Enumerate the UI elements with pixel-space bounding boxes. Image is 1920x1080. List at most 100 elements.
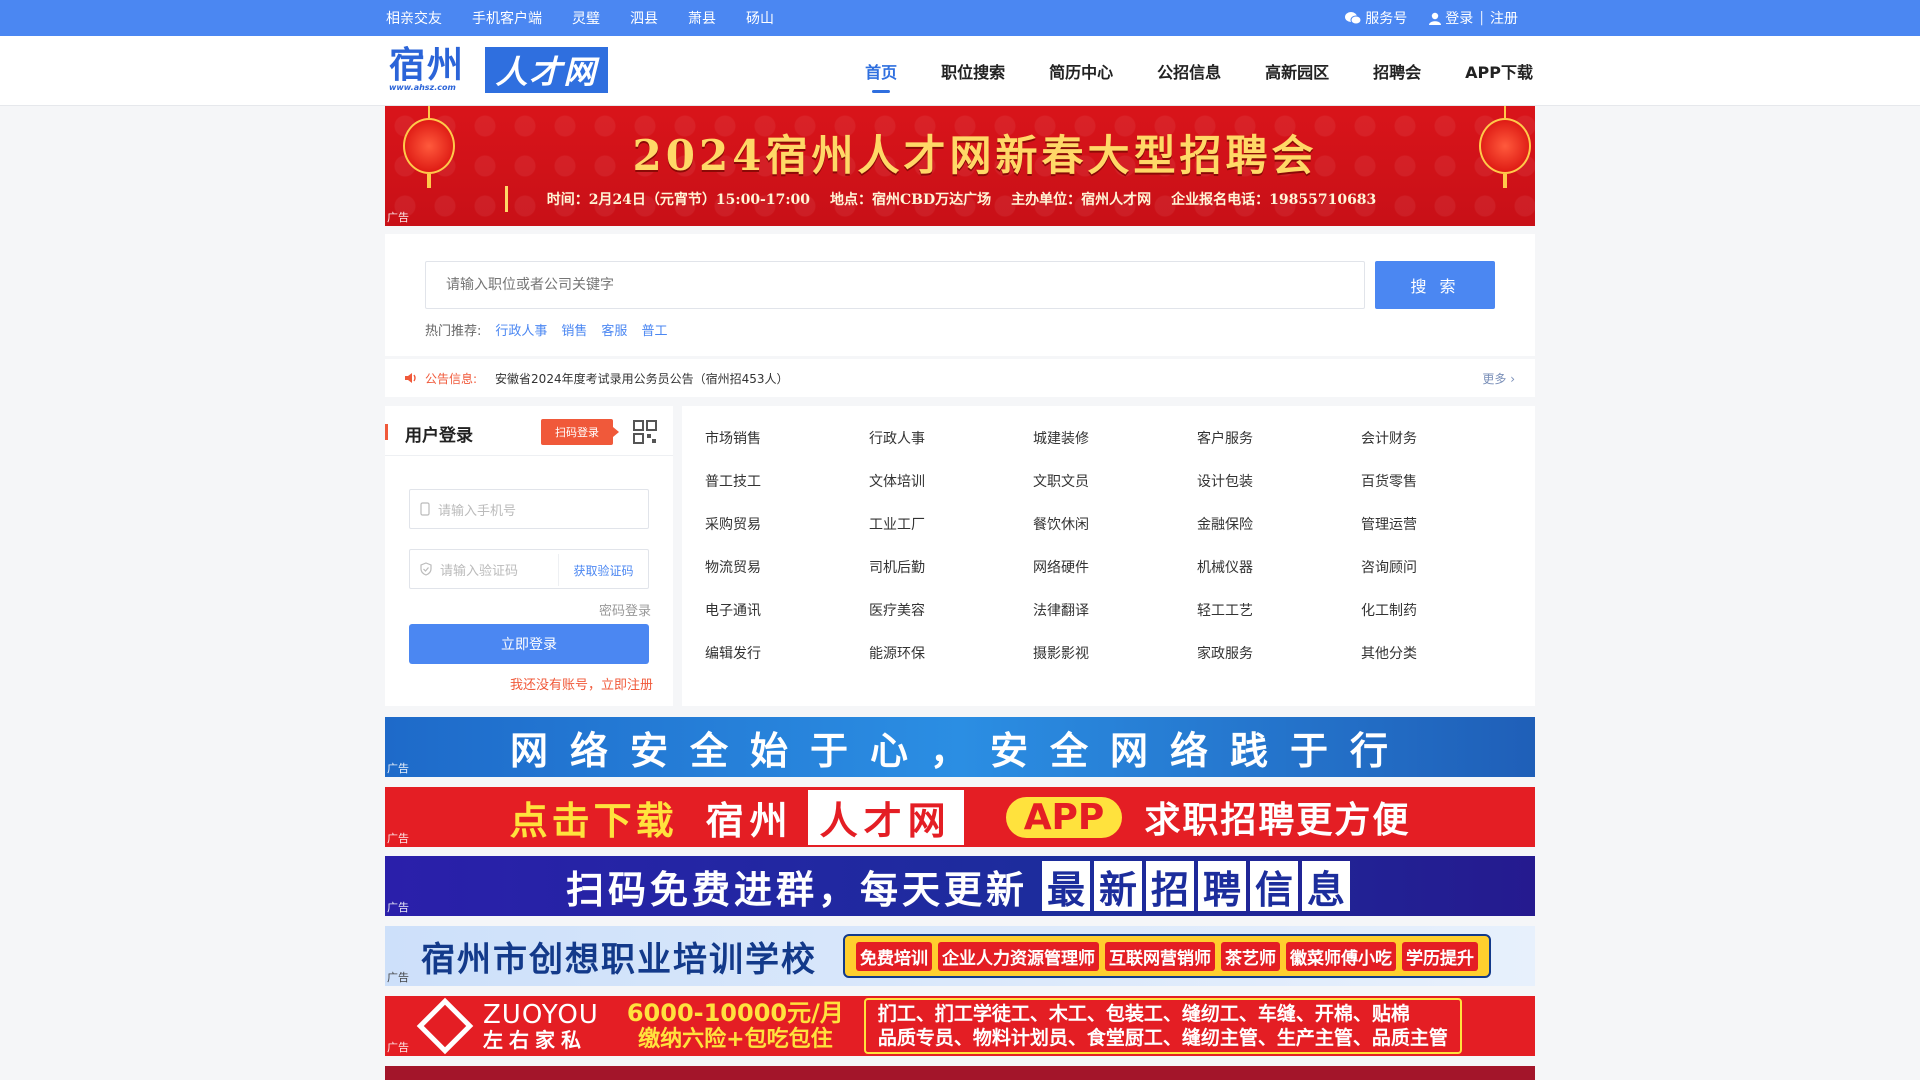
category-link[interactable]: 物流贸易 <box>705 557 869 600</box>
password-login-link[interactable]: 密码登录 <box>599 600 651 619</box>
logo-city: 宿州 <box>389 44 466 86</box>
category-link[interactable]: 餐饮休闲 <box>1033 514 1197 557</box>
category-link[interactable]: 能源环保 <box>869 643 1033 686</box>
category-link[interactable]: 轻工工艺 <box>1197 600 1361 643</box>
top-link[interactable]: 手机客户端 <box>472 8 542 28</box>
category-link[interactable]: 金融保险 <box>1197 514 1361 557</box>
code-field[interactable]: 请输入验证码 获取验证码 <box>409 549 649 589</box>
login-title: 用户登录 <box>405 426 473 446</box>
qr-code-icon[interactable] <box>633 420 657 444</box>
category-link[interactable]: 工业工厂 <box>869 514 1033 557</box>
ad-text: 人才网 <box>807 789 964 845</box>
ad-cell: 息 <box>1302 861 1350 912</box>
ad-text: 宿州 <box>705 798 794 843</box>
category-link[interactable]: 文体培训 <box>869 471 1033 514</box>
ad-network-security[interactable]: 网络安全始于心，安全网络践于行 广告 <box>385 717 1535 777</box>
ad-tag-item: 企业人力资源管理师 <box>938 941 1099 971</box>
category-link[interactable]: 其他分类 <box>1361 643 1525 686</box>
phone-icon <box>420 502 430 516</box>
category-link[interactable]: 客户服务 <box>1197 428 1361 471</box>
login-button[interactable]: 立即登录 <box>409 624 649 664</box>
search-button[interactable]: 搜 索 <box>1375 261 1495 309</box>
speaker-icon <box>405 373 416 383</box>
ad-cell: 聘 <box>1198 861 1246 912</box>
category-link[interactable]: 设计包装 <box>1197 471 1361 514</box>
notice-more-link[interactable]: 更多 › <box>1482 370 1515 387</box>
category-link[interactable]: 采购贸易 <box>705 514 869 557</box>
notice-text[interactable]: 安徽省2024年度考试录用公务员公告（宿州招453人） <box>495 370 788 387</box>
category-link[interactable]: 电子通讯 <box>705 600 869 643</box>
job-categories: 市场销售 行政人事 城建装修 客户服务 会计财务 普工技工 文体培训 文职文员 … <box>682 406 1535 706</box>
login-link[interactable]: 登录 <box>1445 8 1473 28</box>
salary-text: 6000-10000元/月 <box>626 999 844 1027</box>
next-ad-strip[interactable] <box>385 1066 1535 1080</box>
ad-app-download[interactable]: 点击下载 宿州 人才网 APP 求职招聘更方便 广告 <box>385 787 1535 847</box>
nav-job-fair[interactable]: 招聘会 <box>1373 59 1421 83</box>
category-link[interactable]: 网络硬件 <box>1033 557 1197 600</box>
category-link[interactable]: 编辑发行 <box>705 643 869 686</box>
category-link[interactable]: 咨询顾问 <box>1361 557 1525 600</box>
lantern-icon <box>1479 106 1531 188</box>
ad-zuoyou-furniture[interactable]: ZUOYOU 左右家私 6000-10000元/月 缴纳六险+包吃包住 扪工、扪… <box>385 996 1535 1056</box>
category-link[interactable]: 市场销售 <box>705 428 869 471</box>
nav-home[interactable]: 首页 <box>865 59 897 93</box>
hot-keyword[interactable]: 销售 <box>561 320 587 339</box>
category-link[interactable]: 普工技工 <box>705 471 869 514</box>
register-now-link[interactable]: 我还没有账号，立即注册 <box>510 674 653 693</box>
category-link[interactable]: 化工制药 <box>1361 600 1525 643</box>
search-input[interactable] <box>425 261 1365 309</box>
banner-time: 时间：2月24日（元宵节）15:00-17:00 <box>546 192 811 208</box>
category-link[interactable]: 司机后勤 <box>869 557 1033 600</box>
phone-field[interactable]: 请输入手机号 <box>409 489 649 529</box>
top-link[interactable]: 相亲交友 <box>386 8 442 28</box>
category-link[interactable]: 文职文员 <box>1033 471 1197 514</box>
category-link[interactable]: 百货零售 <box>1361 471 1525 514</box>
register-link[interactable]: 注册 <box>1490 8 1518 28</box>
ad-text: 网络安全始于心，安全网络践于行 <box>509 728 1410 773</box>
category-link[interactable]: 城建装修 <box>1033 428 1197 471</box>
header: 宿州 www.ahsz.com 人才网 首页 职位搜索 简历中心 公招信息 高新… <box>0 36 1920 106</box>
ad-training-school[interactable]: 宿州市创想职业培训学校 免费培训 企业人力资源管理师 互联网营销师 茶艺师 徽菜… <box>385 926 1535 986</box>
nav-app-download[interactable]: APP下载 <box>1465 59 1533 83</box>
nav-job-search[interactable]: 职位搜索 <box>941 59 1005 83</box>
category-link[interactable]: 法律翻译 <box>1033 600 1197 643</box>
top-link[interactable]: 砀山 <box>746 8 774 28</box>
nav-resume-center[interactable]: 简历中心 <box>1049 59 1113 83</box>
category-link[interactable]: 摄影影视 <box>1033 643 1197 686</box>
ad-jobs: 扪工、扪工学徒工、木工、包装工、缝纫工、车缝、开棉、贴棉 品质专员、物料计划员、… <box>863 998 1462 1054</box>
category-link[interactable]: 医疗美容 <box>869 600 1033 643</box>
benefit-text: 缴纳六险+包吃包住 <box>638 1027 833 1052</box>
job-fair-banner[interactable]: 2024宿州人才网新春大型招聘会 时间：2月24日（元宵节）15:00-17:0… <box>385 106 1535 226</box>
ad-cells: 最 新 招 聘 信 息 <box>1042 861 1354 912</box>
hot-keyword[interactable]: 客服 <box>601 320 627 339</box>
hot-keyword[interactable]: 普工 <box>641 320 667 339</box>
top-bar: 相亲交友 手机客户端 灵璧 泗县 萧县 砀山 服务号 登录 | 注册 <box>0 0 1920 36</box>
ad-join-group[interactable]: 扫码免费进群，每天更新 最 新 招 聘 信 息 广告 <box>385 856 1535 916</box>
top-link[interactable]: 泗县 <box>630 8 658 28</box>
brand-cn: 左右家私 <box>483 1028 587 1052</box>
site-logo[interactable]: 宿州 www.ahsz.com 人才网 <box>389 45 609 95</box>
scan-login-badge[interactable]: 扫码登录 <box>541 419 619 445</box>
ad-brand: ZUOYOU 左右家私 <box>416 997 599 1055</box>
top-link[interactable]: 灵璧 <box>572 8 600 28</box>
ad-tag: 广告 <box>387 832 409 845</box>
category-link[interactable]: 家政服务 <box>1197 643 1361 686</box>
get-code-button[interactable]: 获取验证码 <box>558 554 648 586</box>
category-link[interactable]: 机械仪器 <box>1197 557 1361 600</box>
user-links: 登录 | 注册 <box>1429 8 1518 28</box>
banner-phone: 企业报名电话：19855710683 <box>1171 192 1377 208</box>
nav-hitech-park[interactable]: 高新园区 <box>1265 59 1329 83</box>
category-link[interactable]: 行政人事 <box>869 428 1033 471</box>
hot-keyword[interactable]: 行政人事 <box>495 320 547 339</box>
ad-cell: 信 <box>1250 861 1298 912</box>
ad-salary: 6000-10000元/月 缴纳六险+包吃包住 <box>627 999 844 1053</box>
nav-public-recruit[interactable]: 公招信息 <box>1157 59 1221 83</box>
top-link[interactable]: 萧县 <box>688 8 716 28</box>
ad-tag: 广告 <box>387 971 409 984</box>
banner-organizer: 主办单位：宿州人才网 <box>1011 192 1152 208</box>
ad-tag: 广告 <box>387 762 409 775</box>
category-link[interactable]: 管理运营 <box>1361 514 1525 557</box>
category-link[interactable]: 会计财务 <box>1361 428 1525 471</box>
service-account-link[interactable]: 服务号 <box>1345 8 1407 28</box>
ad-cell: 新 <box>1094 861 1142 912</box>
